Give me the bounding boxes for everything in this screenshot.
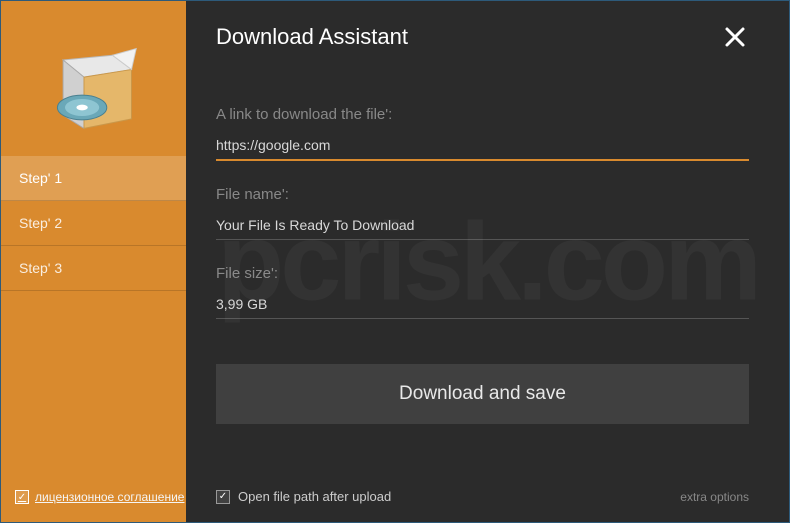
main-panel: pcrisk.com Download Assistant A link to … xyxy=(186,1,789,522)
link-field-group: A link to download the file': xyxy=(216,106,749,161)
open-path-label: Open file path after upload xyxy=(238,489,391,504)
open-path-row: ✓ Open file path after upload xyxy=(216,489,391,504)
license-agreement-row: ✓ лицензионное соглашение xyxy=(15,490,184,504)
close-icon xyxy=(724,26,746,48)
title-row: Download Assistant xyxy=(216,23,749,51)
filename-label: File name': xyxy=(216,186,749,203)
open-path-checkbox[interactable]: ✓ xyxy=(216,490,230,504)
filename-field-group: File name': xyxy=(216,186,749,240)
link-input[interactable] xyxy=(216,133,749,161)
steps-list: Step' 1 Step' 2 Step' 3 xyxy=(1,156,186,291)
download-button-label: Download and save xyxy=(399,383,566,405)
sidebar-icon-area xyxy=(1,1,186,156)
download-and-save-button[interactable]: Download and save xyxy=(216,364,749,424)
step-label: Step' 3 xyxy=(19,260,62,276)
close-button[interactable] xyxy=(721,23,749,51)
sidebar: Step' 1 Step' 2 Step' 3 ✓ лицензионное с… xyxy=(1,1,186,522)
license-agreement-link[interactable]: лицензионное соглашение xyxy=(35,490,184,504)
step-label: Step' 1 xyxy=(19,170,62,186)
link-label: A link to download the file': xyxy=(216,106,749,123)
main-footer: ✓ Open file path after upload extra opti… xyxy=(216,489,749,504)
step-label: Step' 2 xyxy=(19,215,62,231)
filesize-input[interactable] xyxy=(216,292,749,319)
filesize-field-group: File size': xyxy=(216,265,749,319)
step-2[interactable]: Step' 2 xyxy=(1,201,186,246)
installer-box-icon xyxy=(46,41,141,136)
window-title: Download Assistant xyxy=(216,24,408,50)
filesize-label: File size': xyxy=(216,265,749,282)
filename-input[interactable] xyxy=(216,213,749,240)
window-frame: Step' 1 Step' 2 Step' 3 ✓ лицензионное с… xyxy=(0,0,790,523)
step-3[interactable]: Step' 3 xyxy=(1,246,186,291)
step-1[interactable]: Step' 1 xyxy=(1,156,186,201)
extra-options-link[interactable]: extra options xyxy=(680,490,749,504)
license-checkbox[interactable]: ✓ xyxy=(15,490,29,504)
